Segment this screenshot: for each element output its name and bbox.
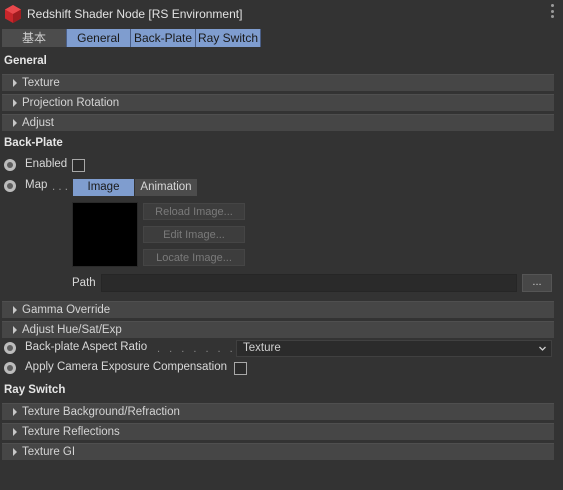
reload-image-button[interactable]: Reload Image... [143, 203, 245, 220]
group-texture-reflections[interactable]: Texture Reflections [2, 423, 554, 440]
section-title-ray-switch: Ray Switch [4, 384, 66, 396]
tab-ray-switch[interactable]: Ray Switch [196, 29, 261, 47]
aspect-ratio-dots: . . . . . . . . . . . . [157, 343, 233, 355]
map-tab-image[interactable]: Image [73, 179, 134, 196]
expand-triangle-icon [13, 326, 17, 334]
window-title: Redshift Shader Node [RS Environment] [27, 7, 243, 21]
group-label: Texture Background/Refraction [22, 406, 180, 418]
browse-button[interactable]: ... [522, 274, 552, 292]
locate-image-button[interactable]: Locate Image... [143, 249, 245, 266]
group-label: Texture [22, 77, 60, 89]
tab-general[interactable]: General [67, 29, 131, 47]
tab-bar: 基本 General Back-Plate Ray Switch [2, 29, 261, 47]
edit-image-button[interactable]: Edit Image... [143, 226, 245, 243]
animate-radio-icon[interactable] [4, 159, 16, 171]
image-preview [72, 202, 138, 267]
group-gamma-override[interactable]: Gamma Override [2, 301, 554, 318]
aspect-ratio-select[interactable]: Texture [236, 340, 552, 357]
vertical-dots-icon[interactable] [551, 4, 555, 18]
expand-triangle-icon [13, 428, 17, 436]
section-title-back-plate: Back-Plate [4, 137, 63, 149]
group-label: Gamma Override [22, 304, 111, 316]
path-label: Path [72, 277, 96, 289]
map-label: Map [25, 179, 48, 191]
group-projection-rotation[interactable]: Projection Rotation [2, 94, 554, 111]
expand-triangle-icon [13, 119, 17, 127]
group-label: Texture GI [22, 446, 76, 458]
group-texture-background-refraction[interactable]: Texture Background/Refraction [2, 403, 554, 420]
tab-back-plate[interactable]: Back-Plate [131, 29, 196, 47]
exposure-compensation-label: Apply Camera Exposure Compensation [25, 361, 227, 373]
enabled-label: Enabled [25, 158, 68, 170]
map-tab-animation[interactable]: Animation [135, 179, 197, 196]
group-texture[interactable]: Texture [2, 74, 554, 91]
expand-triangle-icon [13, 448, 17, 456]
chevron-down-icon [539, 346, 546, 351]
expand-triangle-icon [13, 408, 17, 416]
expand-triangle-icon [13, 99, 17, 107]
expand-triangle-icon [13, 79, 17, 87]
group-label: Adjust Hue/Sat/Exp [22, 324, 122, 336]
group-adjust[interactable]: Adjust [2, 114, 554, 131]
group-label: Projection Rotation [22, 97, 120, 109]
animate-radio-icon[interactable] [4, 342, 16, 354]
exposure-compensation-checkbox[interactable] [234, 362, 247, 375]
tab-basic[interactable]: 基本 [2, 29, 67, 47]
redshift-cube-icon [5, 5, 21, 23]
group-adjust-hue-sat-exp[interactable]: Adjust Hue/Sat/Exp [2, 321, 554, 338]
group-label: Adjust [22, 117, 54, 129]
section-title-general: General [4, 55, 47, 67]
group-texture-gi[interactable]: Texture GI [2, 443, 554, 460]
map-dots: . . . [52, 181, 68, 193]
animate-radio-icon[interactable] [4, 180, 16, 192]
aspect-ratio-label: Back-plate Aspect Ratio [25, 341, 148, 353]
group-label: Texture Reflections [22, 426, 120, 438]
aspect-ratio-value: Texture [243, 342, 281, 354]
enabled-checkbox[interactable] [72, 159, 85, 172]
animate-radio-icon[interactable] [4, 362, 16, 374]
expand-triangle-icon [13, 306, 17, 314]
window-header: Redshift Shader Node [RS Environment] [0, 0, 563, 28]
path-input[interactable] [101, 274, 517, 292]
